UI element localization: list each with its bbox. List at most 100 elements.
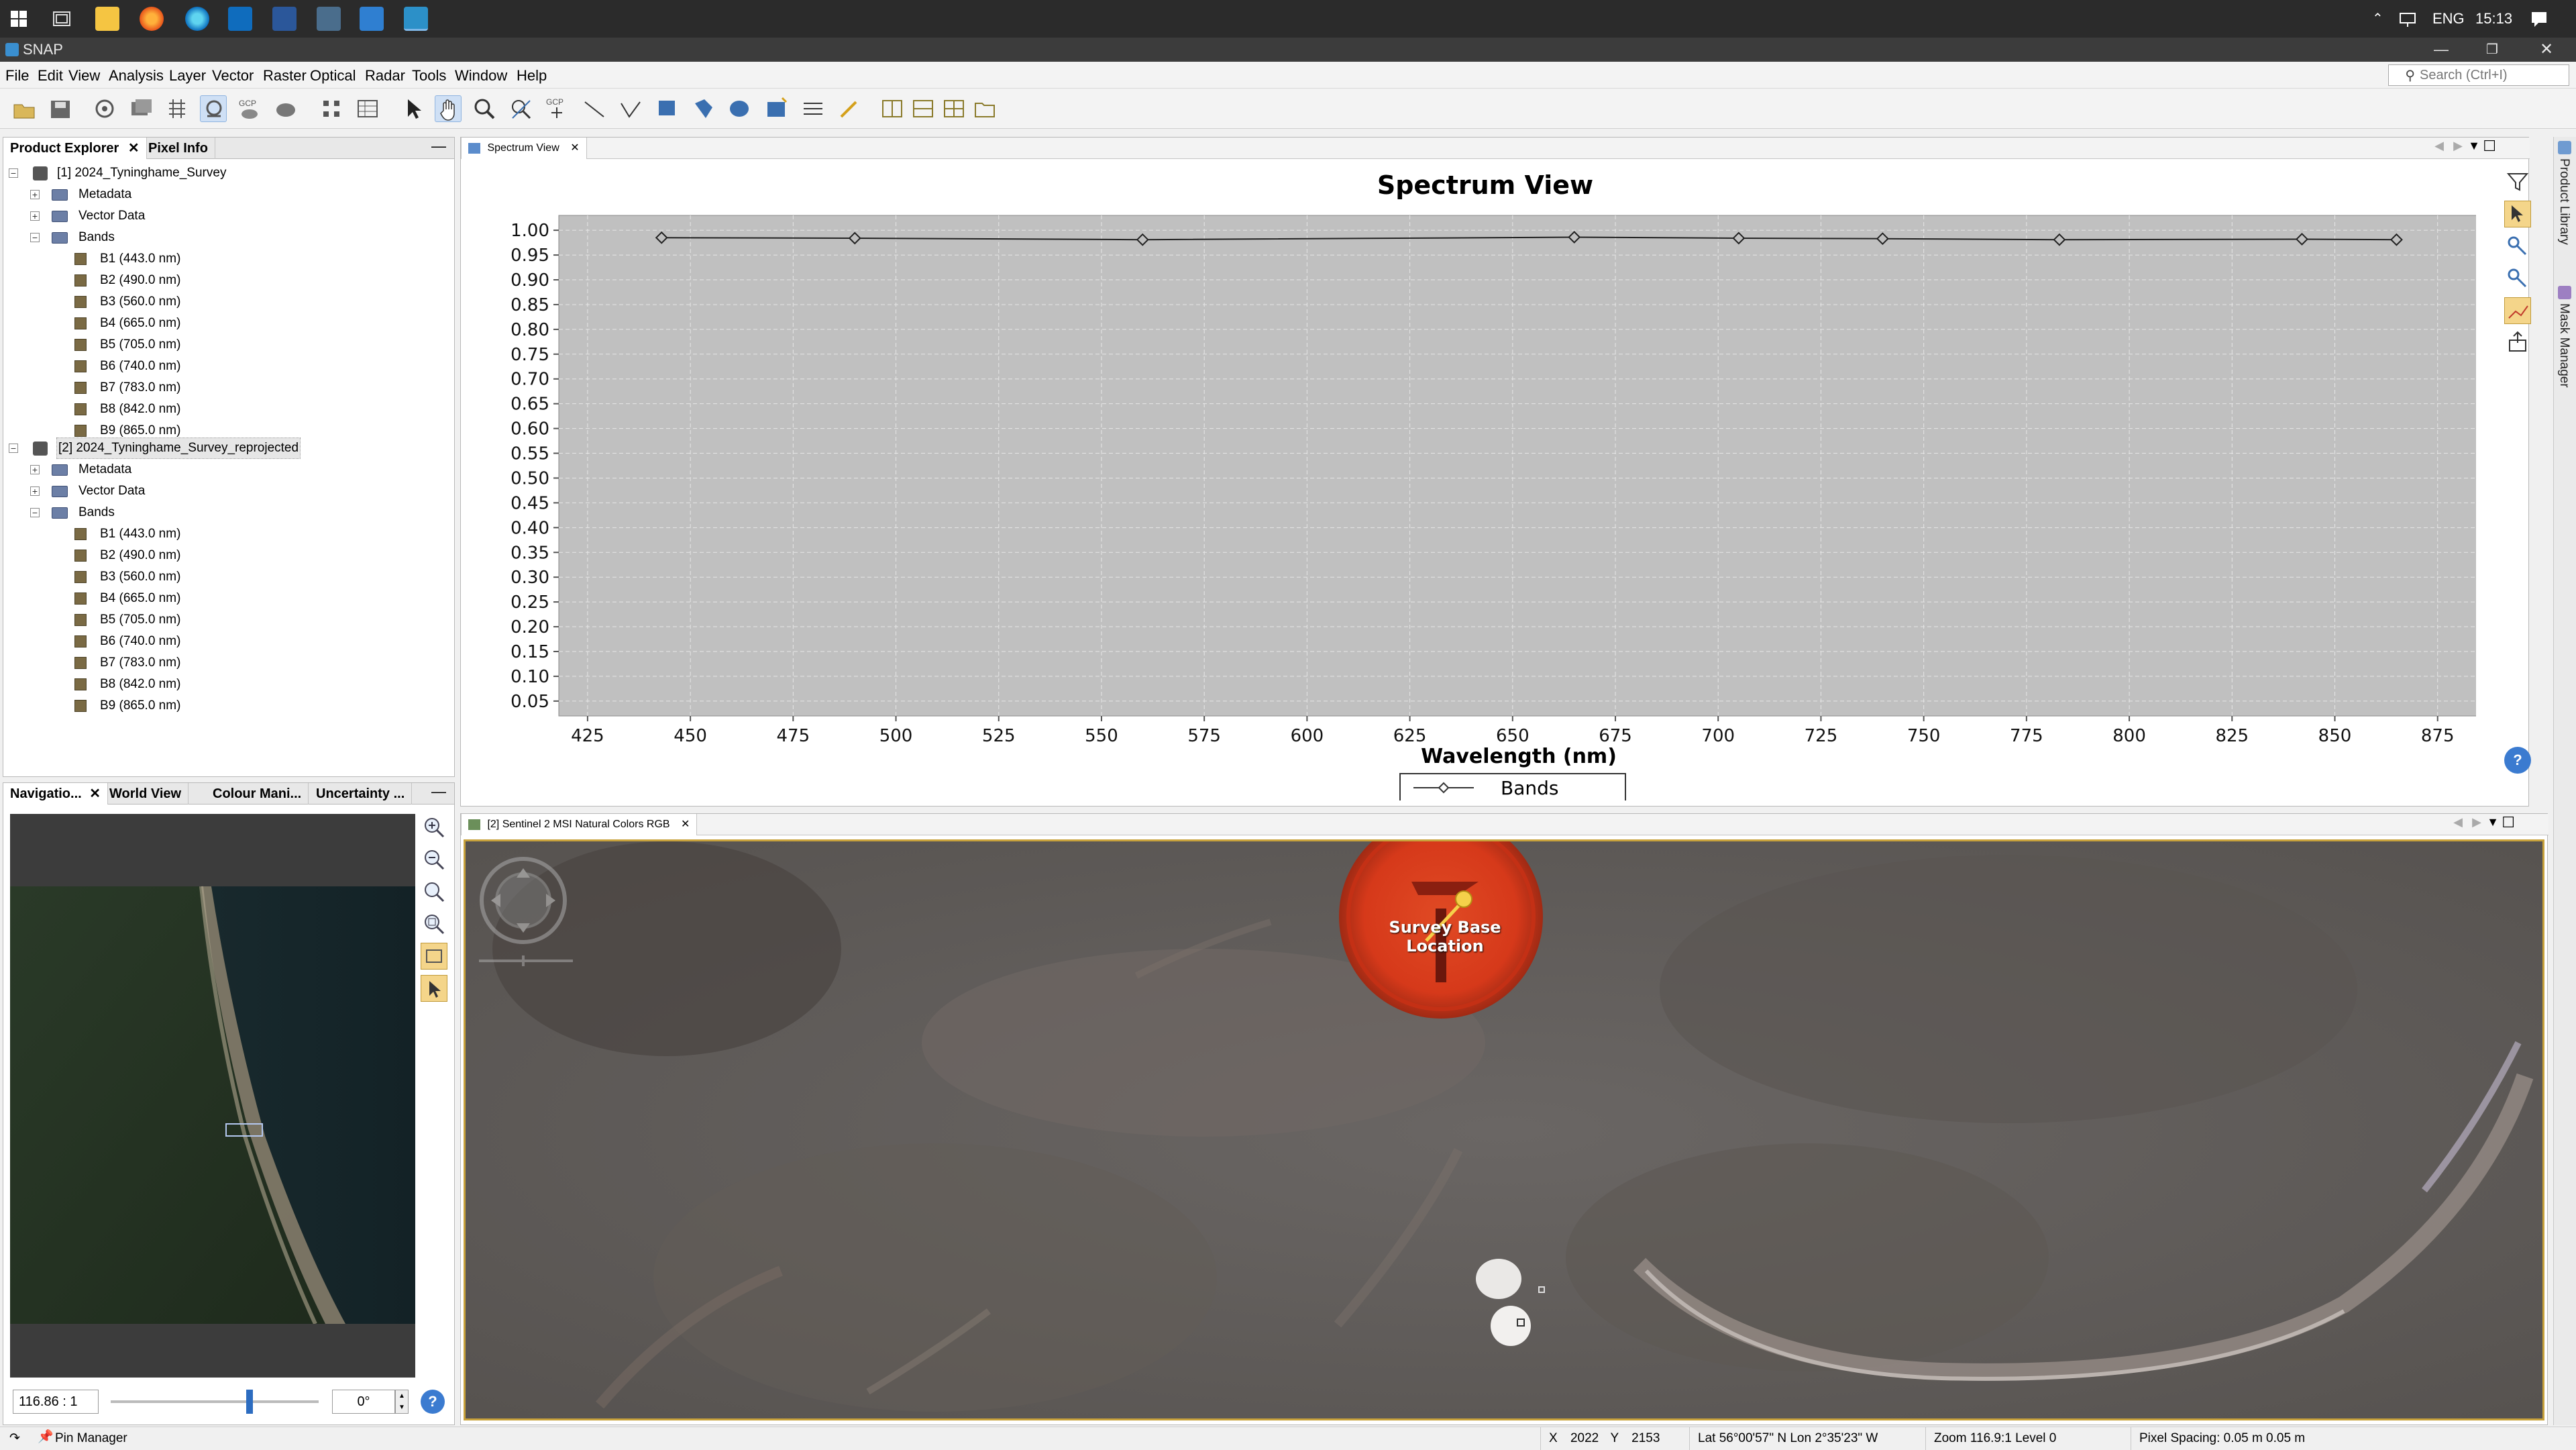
polygon-drawing-icon[interactable] [690, 95, 716, 122]
tab-spectrum-view[interactable]: Spectrum View ✕ [461, 138, 587, 159]
close-icon[interactable]: ✕ [570, 142, 579, 154]
chevron-down-icon[interactable]: ▼ [2487, 815, 2499, 829]
clock[interactable]: 15:13 [2475, 0, 2512, 38]
key-alt-icon[interactable] [2504, 265, 2531, 292]
tile-evenly-icon[interactable] [879, 95, 906, 122]
close-icon[interactable]: ✕ [128, 141, 140, 156]
rotation-input[interactable]: 0° [332, 1390, 395, 1414]
tab-navigation[interactable]: Navigatio... ✕ [3, 783, 109, 805]
export-icon[interactable] [2504, 329, 2531, 356]
pin-placing-icon[interactable]: GCP [543, 95, 570, 122]
collapse-icon[interactable]: − [30, 508, 40, 517]
menu-help[interactable]: Help [517, 67, 547, 85]
scroll-right-icon[interactable]: ▶ [2453, 139, 2463, 153]
minimize-panel-icon[interactable]: — [431, 783, 446, 800]
plot-area[interactable] [558, 215, 2476, 717]
open-product-icon[interactable] [11, 95, 38, 122]
chevron-up-icon[interactable]: ⌃ [2372, 0, 2383, 38]
image-canvas[interactable]: Survey Base Location [464, 839, 2544, 1420]
tab-pixel-info[interactable]: Pixel Info [142, 138, 215, 159]
expand-icon[interactable]: + [30, 465, 40, 474]
close-icon[interactable]: ✕ [89, 786, 101, 801]
remote-desktop-icon[interactable] [317, 7, 341, 31]
network-icon[interactable] [2398, 0, 2418, 38]
help-icon[interactable]: ? [421, 1390, 445, 1414]
tile-horizontally-icon[interactable] [910, 95, 936, 122]
zoom-actual-icon[interactable] [421, 878, 447, 905]
menu-file[interactable]: File [5, 67, 29, 85]
zoom-slider-track[interactable] [111, 1400, 319, 1403]
wand-pencil-icon[interactable] [836, 95, 863, 122]
zoom-tool-icon[interactable] [471, 95, 498, 122]
menu-optical[interactable]: Optical [310, 67, 356, 85]
pin-manager-label[interactable]: Pin Manager [55, 1427, 127, 1450]
gcp-tool-icon[interactable]: GCP [236, 95, 263, 122]
help-icon[interactable]: ? [2504, 747, 2531, 774]
close-icon[interactable]: ✕ [2540, 38, 2553, 62]
menu-raster[interactable]: Raster [263, 67, 307, 85]
pixel-info-sync-icon[interactable] [200, 95, 227, 122]
gcp-manager-icon[interactable] [354, 95, 381, 122]
time-series-icon[interactable] [800, 95, 826, 122]
maximize-icon[interactable]: ☐ [2502, 814, 2515, 831]
word-icon[interactable] [272, 7, 297, 31]
tile-single-icon[interactable] [971, 95, 998, 122]
chart-graph-icon[interactable] [2504, 297, 2531, 324]
scroll-right-icon[interactable]: ▶ [2472, 815, 2481, 829]
line-drawing-icon[interactable] [581, 95, 608, 122]
rotation-spinner[interactable]: ▲ ▼ [395, 1390, 409, 1414]
expand-icon[interactable]: + [30, 486, 40, 496]
pin-manager-icon[interactable]: ↷ [9, 1427, 20, 1450]
tab-image-view[interactable]: [2] Sentinel 2 MSI Natural Colors RGB ✕ [461, 814, 698, 835]
spectrum-chart[interactable]: Spectrum View 0.050.100.150.200.250.300.… [468, 162, 2476, 800]
vertical-tab-mask-manager[interactable]: Mask Manager [2557, 303, 2571, 388]
menu-radar[interactable]: Radar [365, 67, 405, 85]
photos-icon[interactable] [360, 7, 384, 31]
menu-tools[interactable]: Tools [412, 67, 446, 85]
scale-input[interactable]: 116.86 : 1 [13, 1390, 99, 1414]
language-indicator[interactable]: ENG [2432, 0, 2465, 38]
search-input[interactable]: Search (Ctrl+I) [2388, 64, 2569, 86]
snap-icon[interactable] [404, 7, 428, 31]
key-icon[interactable] [2504, 233, 2531, 260]
navigation-overview[interactable] [10, 814, 415, 1378]
firefox-icon[interactable] [140, 7, 164, 31]
tile-vertically-icon[interactable] [941, 95, 967, 122]
expand-icon[interactable]: + [30, 190, 40, 199]
graph-builder-icon[interactable] [91, 95, 118, 122]
filter-icon[interactable] [2504, 168, 2531, 195]
mask-overlay-icon[interactable] [272, 95, 299, 122]
scroll-left-icon[interactable]: ◀ [2453, 815, 2463, 829]
menu-window[interactable]: Window [455, 67, 507, 85]
save-product-icon[interactable] [47, 95, 74, 122]
tab-world-view[interactable]: World View [103, 783, 189, 805]
magic-wand-icon[interactable] [763, 95, 790, 122]
menu-edit[interactable]: Edit [38, 67, 63, 85]
restore-icon[interactable]: ❐ [2486, 38, 2498, 62]
zoom-all-icon[interactable] [421, 911, 447, 937]
task-view-icon[interactable] [50, 7, 74, 31]
edge-icon[interactable] [185, 7, 209, 31]
collapse-icon[interactable]: − [9, 168, 18, 178]
notifications-icon[interactable] [2529, 0, 2549, 38]
scroll-left-icon[interactable]: ◀ [2434, 139, 2444, 153]
vertical-tab-product-library[interactable]: Product Library [2557, 158, 2571, 245]
zoom-in-icon[interactable] [421, 814, 447, 841]
cursor-sync-icon[interactable] [2504, 201, 2531, 227]
polyline-drawing-icon[interactable] [617, 95, 644, 122]
menu-layer[interactable]: Layer [169, 67, 206, 85]
windows-start-icon[interactable] [7, 7, 31, 31]
file-explorer-icon[interactable] [95, 7, 119, 31]
select-tool-icon[interactable] [400, 95, 427, 122]
tab-uncertainty[interactable]: Uncertainty ... [309, 783, 413, 805]
menu-view[interactable]: View [68, 67, 100, 85]
rectangle-drawing-icon[interactable] [653, 95, 680, 122]
chevron-down-icon[interactable]: ▼ [2468, 139, 2480, 153]
close-icon[interactable]: ✕ [681, 819, 690, 830]
minimize-icon[interactable]: — [2434, 38, 2449, 62]
ellipse-drawing-icon[interactable] [726, 95, 753, 122]
outlook-icon[interactable] [228, 7, 252, 31]
maximize-icon[interactable]: ☐ [2483, 138, 2496, 155]
menu-analysis[interactable]: Analysis [109, 67, 164, 85]
pan-tool-icon[interactable] [435, 95, 462, 122]
